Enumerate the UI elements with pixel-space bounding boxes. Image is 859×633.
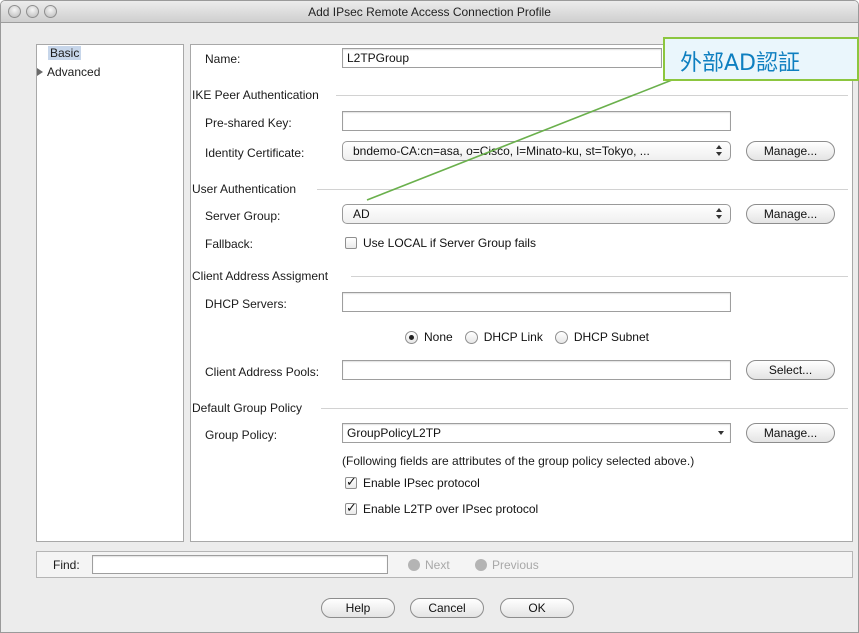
annotation-callout: 外部AD認証 [663,37,859,81]
radio-none-label: None [424,330,453,344]
server-group-select[interactable]: AD [342,204,731,224]
nav-tree [36,44,184,542]
radio-dhcp-link[interactable]: DHCP Link [464,330,543,344]
checkbox-icon [345,237,357,249]
help-button[interactable]: Help [321,598,395,618]
dhcp-servers-label: DHCP Servers: [205,297,287,311]
name-label: Name: [205,52,241,66]
dhcp-servers-field[interactable] [342,292,731,312]
fallback-checkbox[interactable]: Use LOCAL if Server Group fails [345,236,536,250]
group-policy-label: Group Policy: [205,428,278,442]
identity-cert-value: bndemo-CA:cn=asa, o=Cisco, l=Minato-ku, … [353,144,650,158]
section-divider [351,276,848,277]
checkbox-icon [345,500,357,516]
radio-icon [464,330,478,344]
section-group-policy: Default Group Policy [192,401,303,415]
manage-server-group-button[interactable]: Manage... [746,204,835,224]
psk-label: Pre-shared Key: [205,116,292,130]
enable-ipsec-checkbox[interactable]: Enable IPsec protocol [345,474,480,490]
section-divider [321,408,848,409]
fallback-label: Fallback: [205,237,254,251]
section-divider [336,95,848,96]
psk-field[interactable] [342,111,731,131]
manage-policy-button[interactable]: Manage... [746,423,835,443]
find-previous-button[interactable]: Previous [475,558,539,572]
radio-dhcp-subnet-label: DHCP Subnet [573,330,649,344]
next-icon [408,559,420,571]
select-pools-button[interactable]: Select... [746,360,835,380]
find-label: Find: [53,558,80,572]
radio-dhcp-subnet[interactable]: DHCP Subnet [554,330,649,344]
stepper-icon [716,208,724,220]
find-field[interactable] [92,555,388,574]
checkbox-icon [345,474,357,490]
enable-l2tp-checkbox[interactable]: Enable L2TP over IPsec protocol [345,500,539,516]
group-policy-select[interactable]: GroupPolicyL2TP [342,423,731,443]
ok-button[interactable]: OK [500,598,574,618]
chevron-down-icon [718,431,724,435]
dialog-window: Add IPsec Remote Access Connection Profi… [0,0,859,633]
find-bar: Find: Next Previous [36,551,853,578]
find-next-label: Next [425,558,450,572]
server-group-label: Server Group: [205,209,281,223]
cancel-button[interactable]: Cancel [410,598,484,618]
radio-dhcp-link-label: DHCP Link [483,330,543,344]
titlebar[interactable]: Add IPsec Remote Access Connection Profi… [1,1,858,23]
policy-note: (Following fields are attributes of the … [342,454,695,468]
section-user-auth: User Authentication [192,182,297,196]
enable-l2tp-label: Enable L2TP over IPsec protocol [363,502,539,516]
find-next-button[interactable]: Next [408,558,450,572]
section-client-address: Client Address Assigment [192,269,329,283]
name-field[interactable]: L2TPGroup [342,48,662,68]
window-title: Add IPsec Remote Access Connection Profi… [308,5,551,19]
section-ike-peer-auth: IKE Peer Authentication [192,88,319,102]
nav-item-basic[interactable]: Basic [48,46,82,60]
stepper-icon [716,145,724,157]
enable-ipsec-label: Enable IPsec protocol [363,476,480,490]
radio-icon [554,330,568,344]
find-previous-label: Previous [492,558,539,572]
radio-none[interactable]: None [405,330,453,344]
previous-icon [475,559,487,571]
identity-cert-label: Identity Certificate: [205,146,305,160]
section-divider [317,189,848,190]
radio-icon [405,330,418,344]
client-pools-field[interactable] [342,360,731,380]
dhcp-radio-group: None DHCP Link DHCP Subnet [405,330,661,344]
fallback-text: Use LOCAL if Server Group fails [363,236,536,250]
client-pools-label: Client Address Pools: [205,365,320,379]
group-policy-value: GroupPolicyL2TP [347,426,442,440]
server-group-value: AD [353,207,370,221]
triangle-right-icon[interactable] [37,68,43,76]
callout-text: 外部AD認証 [680,51,800,76]
nav-item-advanced[interactable]: Advanced [47,65,100,79]
manage-cert-button[interactable]: Manage... [746,141,835,161]
identity-cert-select[interactable]: bndemo-CA:cn=asa, o=Cisco, l=Minato-ku, … [342,141,731,161]
